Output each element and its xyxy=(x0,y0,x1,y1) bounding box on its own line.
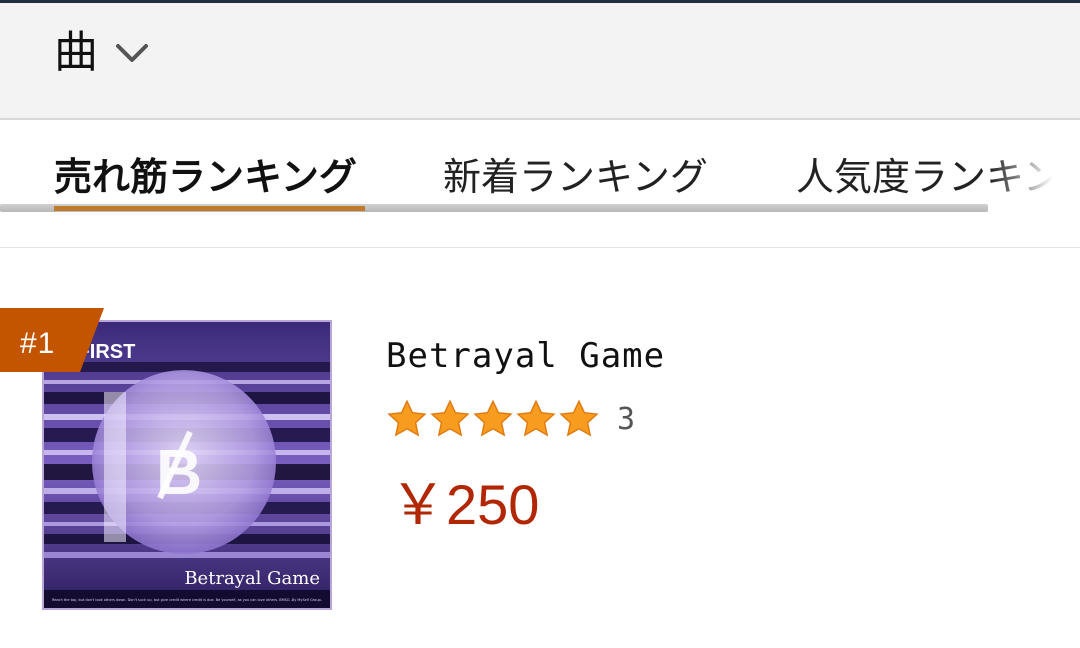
cover-title-text: Betrayal Game xyxy=(184,568,320,589)
rank-badge: #1 xyxy=(0,308,104,372)
rating-stars xyxy=(386,398,601,440)
ranking-tabs: 売れ筋ランキング 新着ランキング 人気度ランキング xyxy=(0,122,1080,248)
star-icon xyxy=(387,399,427,437)
product-price: ￥250 xyxy=(390,473,540,536)
tab-new-releases[interactable]: 新着ランキング xyxy=(443,152,708,202)
header-bar: 曲 xyxy=(0,3,1080,120)
tab-overflow-fade xyxy=(990,152,1080,212)
rating[interactable]: 3 xyxy=(386,398,635,440)
active-tab-indicator xyxy=(54,206,365,211)
tab-best-sellers[interactable]: 売れ筋ランキング xyxy=(54,152,357,202)
category-dropdown[interactable]: 曲 xyxy=(54,29,150,77)
chevron-down-icon xyxy=(114,35,150,71)
cover-small-print: Reach the top, but don't look others dow… xyxy=(52,598,323,602)
rating-count: 3 xyxy=(617,401,636,437)
product-title[interactable]: Betrayal Game xyxy=(386,336,665,376)
star-icon xyxy=(516,399,556,437)
category-label: 曲 xyxy=(54,27,98,78)
star-icon xyxy=(430,399,470,437)
rank-text: #1 xyxy=(20,327,56,360)
star-icon xyxy=(559,399,599,437)
product-item[interactable]: /FIRST B Betrayal Game Reach the top, bu… xyxy=(0,300,1080,620)
star-icon xyxy=(473,399,513,437)
